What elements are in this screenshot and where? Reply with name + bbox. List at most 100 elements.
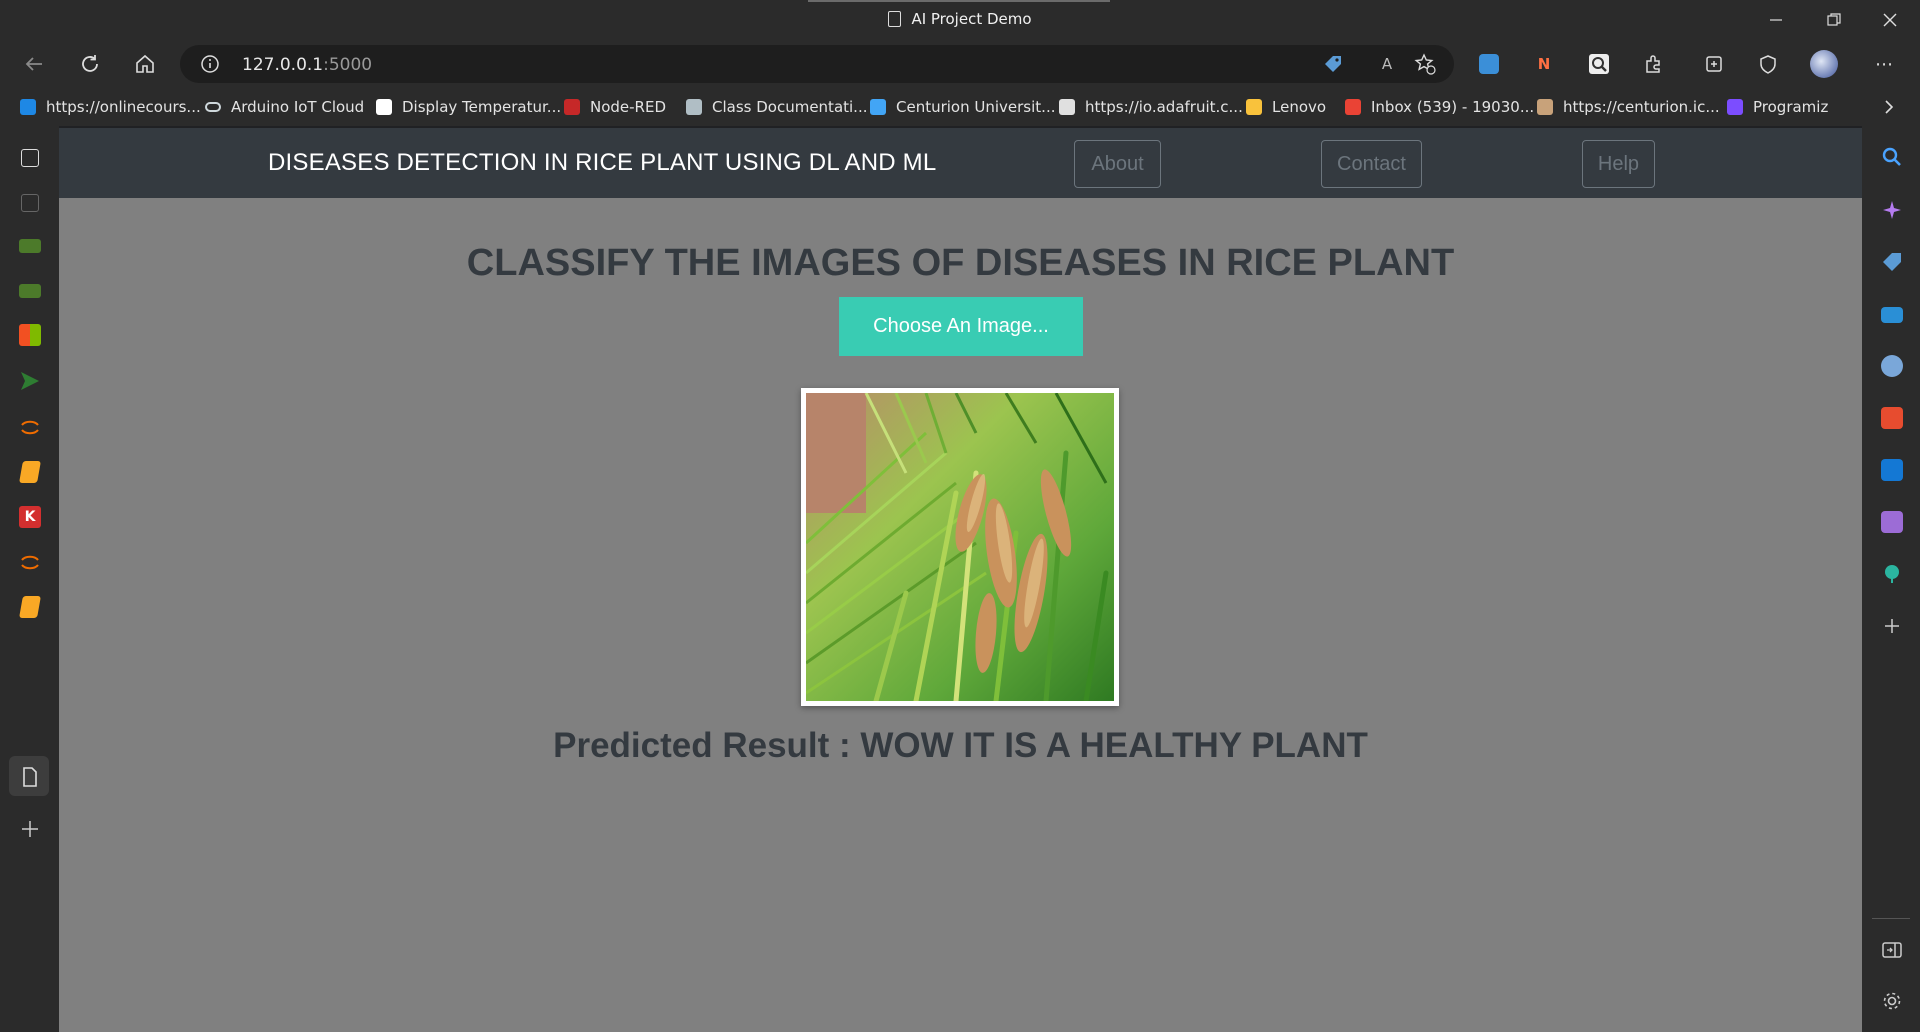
page-icon[interactable] bbox=[19, 766, 41, 788]
drop-icon[interactable] bbox=[1881, 511, 1903, 533]
url-host: 127.0.0.1 bbox=[242, 55, 324, 75]
uploaded-image-preview bbox=[801, 388, 1119, 706]
back-button[interactable] bbox=[20, 50, 48, 78]
read-aloud-icon[interactable]: A bbox=[1376, 53, 1398, 75]
bookmark-label: Lenovo bbox=[1272, 98, 1327, 116]
bookmark-label: Class Documentati... bbox=[712, 98, 868, 116]
bookmark-programiz[interactable]: Programiz bbox=[1727, 96, 1828, 118]
bookmark-favicon-icon bbox=[376, 99, 392, 115]
bookmark-onlinecourses[interactable]: https://onlinecours... bbox=[20, 96, 201, 118]
bookmark-display-temperature[interactable]: Display Temperatur... bbox=[376, 96, 561, 118]
k-app-icon[interactable]: K bbox=[19, 506, 41, 528]
bookmark-favicon-icon bbox=[870, 99, 886, 115]
book-icon[interactable] bbox=[19, 461, 41, 483]
extension-button[interactable] bbox=[1475, 50, 1503, 78]
restore-icon bbox=[1827, 13, 1841, 26]
folder-icon bbox=[1246, 99, 1262, 115]
profile-button[interactable] bbox=[1810, 50, 1838, 78]
vertical-tabs-sidebar: K bbox=[0, 126, 59, 1032]
address-bar[interactable]: 127.0.0.1:5000 A bbox=[180, 45, 1454, 83]
more-menu-button[interactable]: ⋯ bbox=[1870, 50, 1898, 78]
programiz-icon bbox=[1727, 99, 1743, 115]
office-icon[interactable] bbox=[1881, 407, 1903, 429]
extension-search-button[interactable] bbox=[1585, 50, 1613, 78]
avatar bbox=[1810, 50, 1838, 78]
minimize-button[interactable] bbox=[1748, 0, 1804, 40]
prediction-result: Predicted Result : WOW IT IS A HEALTHY P… bbox=[553, 726, 1368, 765]
send-icon[interactable] bbox=[19, 370, 41, 392]
site-navbar: DISEASES DETECTION IN RICE PLANT USING D… bbox=[59, 128, 1862, 198]
browser-essentials-button[interactable] bbox=[1754, 50, 1782, 78]
bookmarks-overflow-button[interactable] bbox=[1878, 96, 1900, 118]
bookmark-arduino[interactable]: Arduino IoT Cloud bbox=[205, 96, 364, 118]
title-bar: AI Project Demo bbox=[0, 0, 1920, 42]
bookmark-node-red[interactable]: Node-RED bbox=[564, 96, 666, 118]
help-button[interactable]: Help bbox=[1582, 140, 1655, 188]
info-icon[interactable] bbox=[200, 54, 220, 74]
copilot-icon[interactable] bbox=[1881, 199, 1903, 221]
browser-toolbar: 127.0.0.1:5000 A N ⋯ bbox=[0, 42, 1920, 86]
games-icon[interactable] bbox=[1881, 355, 1903, 377]
extension-blue-icon bbox=[1479, 54, 1499, 74]
tab-actions-icon[interactable] bbox=[21, 149, 39, 167]
home-icon bbox=[136, 54, 154, 73]
restore-button[interactable] bbox=[1806, 0, 1862, 40]
tab-icon[interactable] bbox=[21, 194, 39, 212]
add-tab-icon[interactable] bbox=[19, 818, 41, 840]
bookmark-favicon-icon bbox=[1537, 99, 1553, 115]
bookmark-favicon-icon bbox=[1059, 99, 1075, 115]
split-icon[interactable] bbox=[1881, 939, 1903, 961]
bookmark-label: Display Temperatur... bbox=[402, 98, 562, 116]
sidebar-divider bbox=[1872, 918, 1910, 919]
collections-button[interactable] bbox=[1700, 50, 1728, 78]
nvidia-icon[interactable] bbox=[19, 284, 41, 298]
orange-arc-icon[interactable] bbox=[19, 416, 41, 438]
shopping-icon[interactable] bbox=[1881, 251, 1903, 273]
close-button[interactable] bbox=[1862, 0, 1918, 40]
back-arrow-icon bbox=[25, 57, 42, 71]
web-page: DISEASES DETECTION IN RICE PLANT USING D… bbox=[59, 128, 1862, 1032]
window-title-text: AI Project Demo bbox=[911, 10, 1032, 28]
extension-ni-button[interactable]: N bbox=[1530, 50, 1558, 78]
search-icon[interactable] bbox=[1881, 146, 1903, 168]
bookmark-label: Arduino IoT Cloud bbox=[231, 98, 365, 116]
nvidia-icon[interactable] bbox=[19, 239, 41, 253]
bookmark-label: https://onlinecours... bbox=[46, 98, 201, 116]
site-brand[interactable]: DISEASES DETECTION IN RICE PLANT USING D… bbox=[268, 149, 936, 177]
outlook-icon[interactable] bbox=[1881, 459, 1903, 481]
magnifier-icon bbox=[1589, 54, 1609, 74]
collections-icon bbox=[1706, 56, 1722, 72]
refresh-icon bbox=[82, 55, 98, 72]
bookmark-gmail-inbox[interactable]: Inbox (539) - 19030... bbox=[1345, 96, 1534, 118]
tools-icon[interactable] bbox=[1881, 307, 1903, 323]
bookmark-adafruit[interactable]: https://io.adafruit.c... bbox=[1059, 96, 1243, 118]
book-icon[interactable] bbox=[19, 596, 41, 618]
contact-button[interactable]: Contact bbox=[1321, 140, 1422, 188]
bookmark-centurion-ic[interactable]: https://centurion.ic... bbox=[1537, 96, 1720, 118]
minimize-icon bbox=[1770, 19, 1782, 21]
bookmark-label: https://centurion.ic... bbox=[1563, 98, 1720, 116]
bookmark-class-documentation[interactable]: Class Documentati... bbox=[686, 96, 868, 118]
url-text[interactable]: 127.0.0.1:5000 bbox=[242, 55, 372, 75]
tree-icon[interactable] bbox=[1881, 563, 1903, 585]
bookmark-centurion-university[interactable]: Centurion Universit... bbox=[870, 96, 1055, 118]
rice-plant-image bbox=[806, 393, 1114, 701]
add-icon[interactable] bbox=[1881, 615, 1903, 637]
orange-arc-icon[interactable] bbox=[19, 551, 41, 573]
microsoft-icon[interactable] bbox=[19, 324, 41, 346]
home-button[interactable] bbox=[131, 50, 159, 78]
favorite-add-icon[interactable] bbox=[1414, 53, 1436, 75]
extensions-button[interactable] bbox=[1640, 50, 1668, 78]
tab-indicator bbox=[808, 0, 1110, 2]
about-button[interactable]: About bbox=[1074, 140, 1161, 188]
close-icon bbox=[1883, 13, 1897, 27]
gmail-icon bbox=[1345, 99, 1361, 115]
bookmark-lenovo[interactable]: Lenovo bbox=[1246, 96, 1326, 118]
refresh-button[interactable] bbox=[76, 50, 104, 78]
page-heading: CLASSIFY THE IMAGES OF DISEASES IN RICE … bbox=[466, 242, 1455, 284]
settings-icon[interactable] bbox=[1881, 990, 1903, 1012]
edge-sidebar bbox=[1862, 126, 1920, 1032]
puzzle-icon bbox=[1646, 55, 1660, 73]
choose-image-button[interactable]: Choose An Image... bbox=[839, 297, 1083, 356]
coupon-tag-icon[interactable] bbox=[1322, 53, 1344, 75]
